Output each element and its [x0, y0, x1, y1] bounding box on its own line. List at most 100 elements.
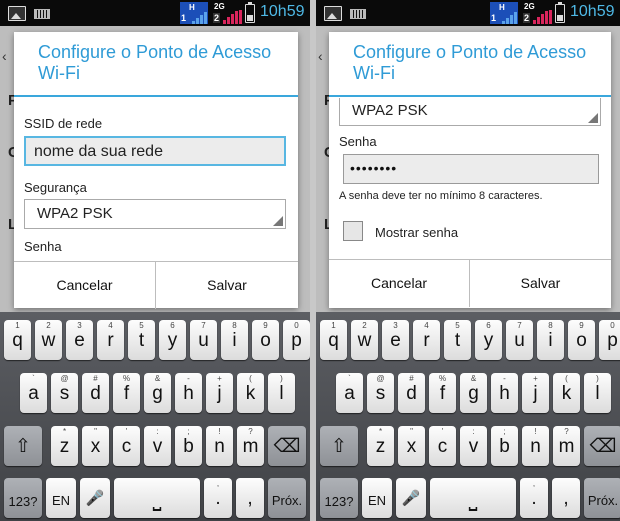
- clock: 10h59: [570, 3, 615, 20]
- key-i[interactable]: 8i: [221, 320, 248, 360]
- key-q[interactable]: 1q: [4, 320, 31, 360]
- key-c[interactable]: ' c: [113, 426, 140, 466]
- microphone-key[interactable]: 🎤: [396, 478, 426, 518]
- key-t[interactable]: 5t: [444, 320, 471, 360]
- key-r[interactable]: 4r: [413, 320, 440, 360]
- cancel-button[interactable]: Cancelar: [14, 262, 156, 309]
- key-p[interactable]: 0p: [599, 320, 620, 360]
- key-alt-label: 8: [548, 321, 553, 330]
- key-label: v: [152, 436, 163, 457]
- password-input[interactable]: ••••••••: [343, 154, 599, 184]
- comma-key[interactable]: ,: [236, 478, 264, 518]
- key-v[interactable]: :v: [144, 426, 171, 466]
- period-key[interactable]: ,.: [204, 478, 232, 518]
- show-password-label[interactable]: Mostrar senha: [375, 225, 458, 240]
- key-i[interactable]: 8i: [537, 320, 564, 360]
- key-y[interactable]: 6y: [159, 320, 186, 360]
- dialog-body[interactable]: SSID de rede nome da sua rede Segurança …: [14, 98, 298, 261]
- key-label: j: [533, 383, 538, 404]
- key-v[interactable]: :v: [460, 426, 487, 466]
- key-h[interactable]: -h: [491, 373, 518, 413]
- key-n[interactable]: ! n: [206, 426, 233, 466]
- shift-key[interactable]: ⇧: [320, 426, 358, 466]
- symbols-key[interactable]: 123?: [320, 478, 358, 518]
- key-z[interactable]: * z: [51, 426, 78, 466]
- key-alt-label: 2: [362, 321, 367, 330]
- backspace-key[interactable]: ⌫: [584, 426, 620, 466]
- save-button[interactable]: Salvar: [156, 262, 298, 309]
- key-alt-label: +: [533, 374, 538, 383]
- space-key[interactable]: ⎵: [430, 478, 516, 518]
- ssid-input[interactable]: nome da sua rede: [24, 136, 286, 166]
- shift-key[interactable]: ⇧: [4, 426, 42, 466]
- key-r[interactable]: 4r: [97, 320, 124, 360]
- key-label: v: [468, 436, 479, 457]
- security-select[interactable]: WPA2 PSK: [24, 199, 286, 229]
- key-b[interactable]: ; b: [491, 426, 518, 466]
- period-key[interactable]: ,.: [520, 478, 548, 518]
- key-alt-label: +: [217, 374, 222, 383]
- key-z[interactable]: * z: [367, 426, 394, 466]
- key-alt-label: 4: [424, 321, 429, 330]
- key-g[interactable]: & g: [460, 373, 487, 413]
- key-x[interactable]: " x: [82, 426, 109, 466]
- show-password-checkbox[interactable]: [343, 221, 363, 241]
- key-l[interactable]: ) l: [268, 373, 295, 413]
- key-e[interactable]: 3e: [382, 320, 409, 360]
- key-f[interactable]: % f: [113, 373, 140, 413]
- dialog-body[interactable]: WPA2 PSK Senha •••••••• A senha deve ter…: [329, 98, 611, 261]
- key-u[interactable]: 7u: [190, 320, 217, 360]
- key-s[interactable]: @ s: [51, 373, 78, 413]
- key-g[interactable]: & g: [144, 373, 171, 413]
- key-n[interactable]: ! n: [522, 426, 549, 466]
- key-label: t: [454, 330, 461, 351]
- backspace-key[interactable]: ⌫: [268, 426, 306, 466]
- key-m[interactable]: ? m: [553, 426, 580, 466]
- key-x[interactable]: " x: [398, 426, 425, 466]
- gallery-icon: [324, 6, 342, 21]
- key-k[interactable]: (k: [553, 373, 580, 413]
- comma-key[interactable]: ,: [552, 478, 580, 518]
- key-c[interactable]: ' c: [429, 426, 456, 466]
- key-w[interactable]: 2w: [351, 320, 378, 360]
- key-alt-label: ": [94, 427, 97, 436]
- key-o[interactable]: 9o: [252, 320, 279, 360]
- space-key[interactable]: ⎵: [114, 478, 200, 518]
- key-d[interactable]: # d: [82, 373, 109, 413]
- cancel-button[interactable]: Cancelar: [329, 260, 470, 307]
- key-s[interactable]: @ s: [367, 373, 394, 413]
- key-t[interactable]: 5t: [128, 320, 155, 360]
- microphone-key[interactable]: 🎤: [80, 478, 110, 518]
- key-a[interactable]: ` a: [336, 373, 363, 413]
- key-y[interactable]: 6y: [475, 320, 502, 360]
- key-alt-label: `: [348, 374, 351, 383]
- key-j[interactable]: + j: [522, 373, 549, 413]
- key-h[interactable]: -h: [175, 373, 202, 413]
- security-select[interactable]: WPA2 PSK: [339, 98, 601, 126]
- key-u[interactable]: 7u: [506, 320, 533, 360]
- key-d[interactable]: # d: [398, 373, 425, 413]
- language-key[interactable]: EN: [46, 478, 76, 518]
- key-e[interactable]: 3e: [66, 320, 93, 360]
- key-m[interactable]: ? m: [237, 426, 264, 466]
- key-j[interactable]: + j: [206, 373, 233, 413]
- key-label: .: [531, 488, 537, 509]
- save-button[interactable]: Salvar: [470, 260, 611, 307]
- next-key[interactable]: Próx.: [268, 478, 306, 518]
- key-l[interactable]: ) l: [584, 373, 611, 413]
- key-alt-label: :: [472, 427, 475, 436]
- key-p[interactable]: 0p: [283, 320, 310, 360]
- key-b[interactable]: ; b: [175, 426, 202, 466]
- language-key[interactable]: EN: [362, 478, 392, 518]
- key-f[interactable]: % f: [429, 373, 456, 413]
- key-q[interactable]: 1q: [320, 320, 347, 360]
- symbols-key[interactable]: 123?: [4, 478, 42, 518]
- dialog-title: Configure o Ponto de Acesso Wi-Fi: [38, 42, 272, 83]
- key-k[interactable]: (k: [237, 373, 264, 413]
- key-w[interactable]: 2w: [35, 320, 62, 360]
- key-label: g: [152, 383, 163, 404]
- key-a[interactable]: ` a: [20, 373, 47, 413]
- key-alt-label: *: [378, 427, 383, 436]
- next-key[interactable]: Próx.: [584, 478, 620, 518]
- key-o[interactable]: 9o: [568, 320, 595, 360]
